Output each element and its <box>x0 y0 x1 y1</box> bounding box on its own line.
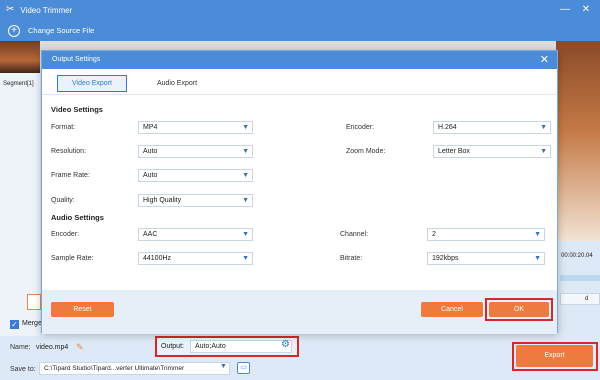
chevron-down-icon: ▼ <box>242 172 249 179</box>
video-preview <box>556 41 600 241</box>
quality-value: High Quality <box>143 197 182 204</box>
chevron-down-icon: ▼ <box>242 148 249 155</box>
background-control[interactable] <box>27 294 41 310</box>
video-encoder-value: H.264 <box>438 124 457 131</box>
dialog-footer: Reset Cancel OK <box>42 290 557 334</box>
name-label: Name: <box>10 344 31 351</box>
timeline-bar[interactable] <box>560 275 600 281</box>
zoom-mode-select[interactable]: Letter Box ▼ <box>433 145 551 158</box>
format-select[interactable]: MP4 ▼ <box>138 121 253 134</box>
window-title: Video Trimmer <box>20 5 73 15</box>
scissors-icon: ✂ <box>6 4 15 15</box>
close-icon[interactable]: ✕ <box>578 0 594 20</box>
dialog-body: Video Settings Format: MP4 ▼ Encoder: H.… <box>42 95 557 290</box>
audio-encoder-value: AAC <box>143 231 158 238</box>
minimize-icon[interactable]: — <box>557 0 573 20</box>
video-encoder-label: Encoder: <box>346 124 375 131</box>
chevron-down-icon: ▼ <box>242 255 249 262</box>
resolution-value: Auto <box>143 148 158 155</box>
end-time: 00:00:20.04 <box>561 253 593 259</box>
background-button[interactable]: d <box>560 293 600 305</box>
format-label: Format: <box>51 124 76 131</box>
quality-select[interactable]: High Quality ▼ <box>138 194 253 207</box>
frame-rate-label: Frame Rate: <box>51 172 90 179</box>
zoom-mode-label: Zoom Mode: <box>346 148 386 155</box>
dialog-title-bar: Output Settings ✕ <box>42 51 557 69</box>
chevron-down-icon: ▼ <box>540 148 547 155</box>
title-bar: ✂ Video Trimmer <box>0 0 600 20</box>
video-settings-heading: Video Settings <box>51 105 103 114</box>
output-settings-dialog: Output Settings ✕ Video Export Audio Exp… <box>41 50 558 334</box>
chevron-down-icon: ▼ <box>540 124 547 131</box>
bitrate-select[interactable]: 192kbps ▼ <box>427 252 545 265</box>
tab-audio-export[interactable]: Audio Export <box>142 75 212 92</box>
chevron-down-icon: ▼ <box>534 255 541 262</box>
toolbar: + Change Source File <box>0 20 600 41</box>
audio-encoder-select[interactable]: AAC ▼ <box>138 228 253 241</box>
tab-video-export[interactable]: Video Export <box>57 75 127 92</box>
gear-icon[interactable]: ⚙ <box>281 339 290 350</box>
merge-checkbox[interactable]: ✓ <box>10 320 19 329</box>
cancel-button[interactable]: Cancel <box>421 302 483 317</box>
reset-button[interactable]: Reset <box>51 302 114 317</box>
plus-circle-icon[interactable]: + <box>8 24 20 37</box>
export-button[interactable]: Export <box>516 345 593 367</box>
segment-thumbnail[interactable] <box>0 41 40 73</box>
bitrate-label: Bitrate: <box>340 255 363 262</box>
channel-select[interactable]: 2 ▼ <box>427 228 545 241</box>
save-to-field[interactable]: C:\Tipard Studio\Tipard...verter Ultimat… <box>39 362 230 375</box>
output-label: Output: <box>161 343 184 350</box>
frame-rate-select[interactable]: Auto ▼ <box>138 169 253 182</box>
chevron-down-icon[interactable]: ▼ <box>220 363 227 370</box>
save-to-label: Save to: <box>10 366 36 373</box>
chevron-down-icon: ▼ <box>242 197 249 204</box>
change-source-file-button[interactable]: Change Source File <box>28 26 94 35</box>
frame-rate-value: Auto <box>143 172 158 179</box>
resolution-label: Resolution: <box>51 148 87 155</box>
dialog-title: Output Settings <box>52 56 101 63</box>
sample-rate-label: Sample Rate: <box>51 255 94 262</box>
pencil-icon[interactable]: ✎ <box>76 342 84 353</box>
format-value: MP4 <box>143 124 158 131</box>
sample-rate-value: 44100Hz <box>143 255 172 262</box>
video-encoder-select[interactable]: H.264 ▼ <box>433 121 551 134</box>
dialog-tabs: Video Export Audio Export <box>42 69 557 95</box>
ok-button[interactable]: OK <box>489 302 549 317</box>
file-name: video.mp4 <box>36 344 69 351</box>
close-icon[interactable]: ✕ <box>540 53 549 66</box>
sample-rate-select[interactable]: 44100Hz ▼ <box>138 252 253 265</box>
chevron-down-icon: ▼ <box>242 124 249 131</box>
audio-settings-heading: Audio Settings <box>51 213 104 222</box>
resolution-select[interactable]: Auto ▼ <box>138 145 253 158</box>
bitrate-value: 192kbps <box>432 255 459 262</box>
merge-label: Merge <box>22 320 42 327</box>
output-field[interactable]: Auto;Auto <box>190 340 292 353</box>
chevron-down-icon: ▼ <box>534 231 541 238</box>
channel-value: 2 <box>432 231 436 238</box>
chevron-down-icon: ▼ <box>242 231 249 238</box>
audio-encoder-label: Encoder: <box>51 231 80 238</box>
quality-label: Quality: <box>51 197 75 204</box>
folder-icon[interactable]: ▭ <box>237 362 250 374</box>
segment-label[interactable]: Segment[1] <box>3 81 34 87</box>
channel-label: Channel: <box>340 231 369 238</box>
zoom-mode-value: Letter Box <box>438 148 470 155</box>
